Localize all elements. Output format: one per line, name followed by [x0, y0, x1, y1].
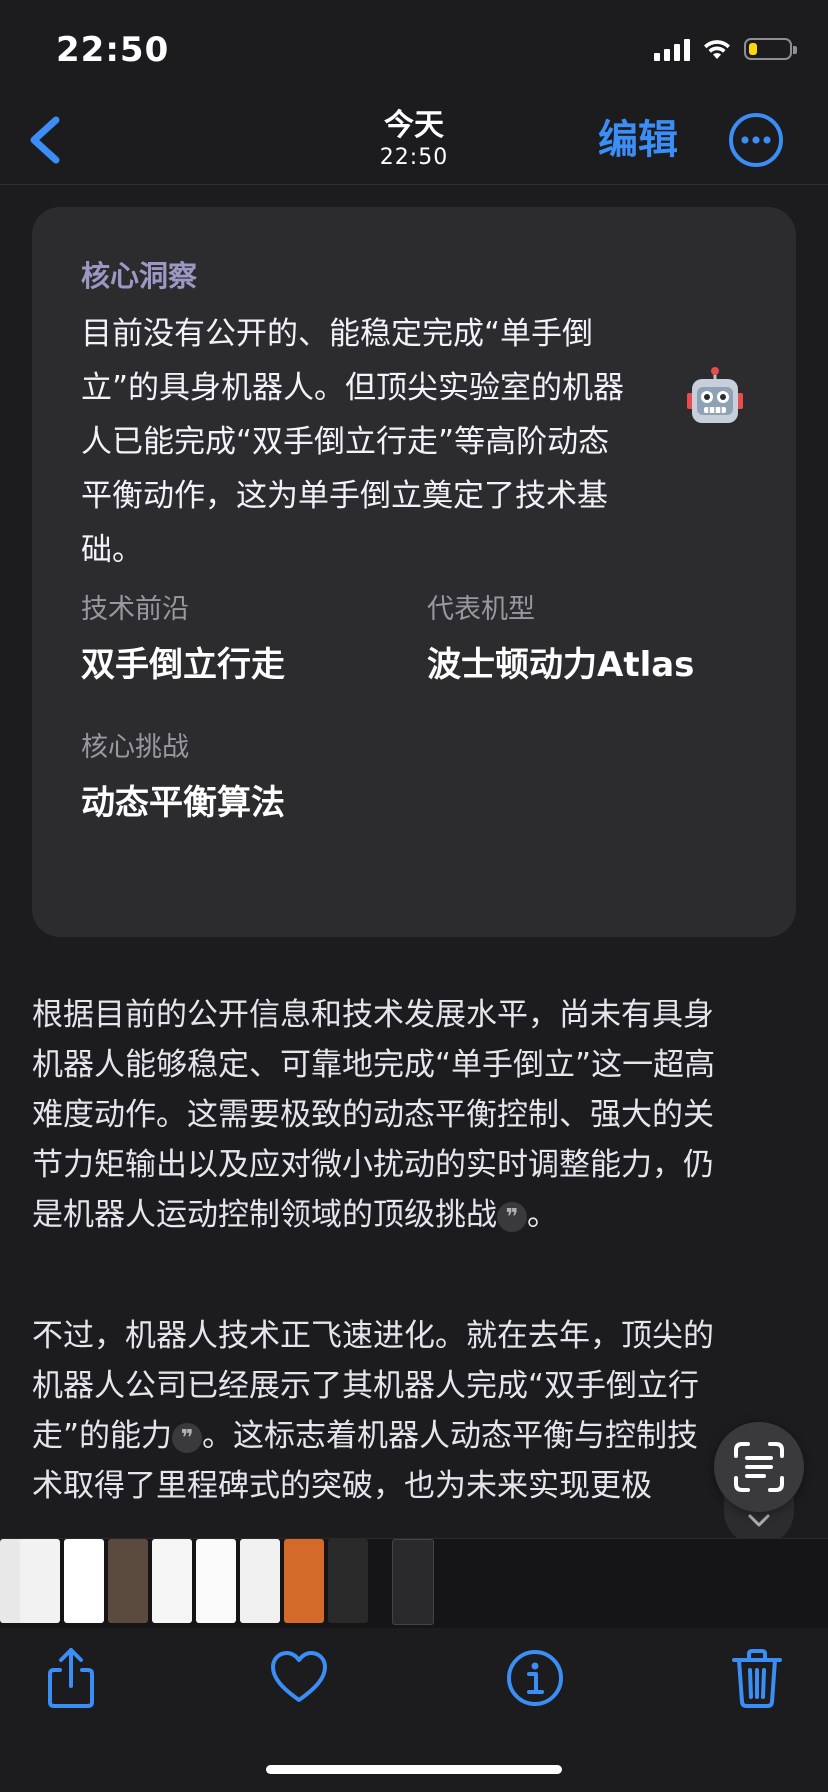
favorite-button[interactable]	[264, 1642, 334, 1712]
card-body-line: 平衡动作，这为单手倒立奠定了技术基	[81, 478, 608, 514]
stat-value-challenge: 动态平衡算法	[81, 783, 285, 823]
stat-label-challenge: 核心挑战	[81, 732, 189, 763]
paragraph-line-text: 是机器人运动控制领域的顶级挑战	[32, 1197, 497, 1233]
paragraph-line: 根据目前的公开信息和技术发展水平，尚未有具身	[32, 997, 714, 1033]
info-icon	[507, 1650, 563, 1706]
paragraph-line: 术取得了里程碑式的突破，也为未来实现更极	[32, 1468, 652, 1504]
thumbnail[interactable]	[284, 1539, 324, 1623]
paragraph-line-text: 走”的能力	[32, 1418, 173, 1454]
paragraph-1: 根据目前的公开信息和技术发展水平，尚未有具身 机器人能够稳定、可靠地完成“单手倒…	[32, 990, 802, 1240]
more-button[interactable]	[728, 112, 784, 168]
paragraph-line-text: 。这标志着机器人动态平衡与控制技	[202, 1418, 699, 1454]
card-body: 目前没有公开的、能稳定完成“单手倒 立”的具身机器人。但顶尖实验室的机器 人已能…	[81, 307, 661, 577]
nav-title-time: 22:50	[379, 145, 449, 170]
edit-button[interactable]: 编辑	[598, 112, 678, 168]
nav-title: 今天 22:50	[0, 108, 828, 172]
card-body-line: 目前没有公开的、能稳定完成“单手倒	[81, 316, 594, 352]
citation-icon[interactable]: ❞	[497, 1201, 527, 1232]
share-icon	[48, 1648, 94, 1708]
stat-value-model: 波士顿动力Atlas	[427, 645, 695, 685]
citation-icon[interactable]: ❞	[172, 1422, 203, 1453]
paragraph-line: 走”的能力 ❞ 。这标志着机器人动态平衡与控制技	[32, 1411, 802, 1461]
card-body-line: 础。	[81, 532, 143, 568]
stat-label-frontier: 技术前沿	[81, 594, 189, 625]
paragraph-2: 不过，机器人技术正飞速进化。就在去年，顶尖的 机器人公司已经展示了其机器人完成“…	[32, 1311, 802, 1511]
nav-title-date: 今天	[384, 108, 444, 143]
thumbnail[interactable]	[108, 1539, 148, 1623]
paragraph-line: 不过，机器人技术正飞速进化。就在去年，顶尖的	[32, 1318, 714, 1354]
paragraph-line: 是机器人运动控制领域的顶级挑战 ❞。	[32, 1190, 802, 1240]
delete-button[interactable]	[722, 1642, 792, 1712]
text-scan-icon	[734, 1442, 784, 1492]
trash-icon	[732, 1649, 782, 1708]
navigation-bar: 今天 22:50 编辑	[0, 96, 828, 185]
battery-fill	[749, 43, 757, 55]
status-bar: 22:50	[0, 0, 828, 96]
thumbnail[interactable]	[240, 1539, 280, 1623]
robot-icon	[687, 367, 743, 423]
info-button[interactable]	[500, 1642, 570, 1712]
share-button[interactable]	[36, 1642, 106, 1712]
thumbnail[interactable]	[328, 1539, 368, 1623]
screenshot-content: 核心洞察 目前没有公开的、能稳定完成“单手倒 立”的具身机器人。但顶尖实验室的机…	[0, 185, 828, 1538]
paragraph-line-text: 。	[527, 1197, 558, 1233]
stat-label-model: 代表机型	[427, 594, 535, 625]
card-body-line: 人已能完成“双手倒立行走”等高阶动态	[81, 424, 610, 460]
card-body-line: 立”的具身机器人。但顶尖实验室的机器	[81, 370, 625, 406]
thumbnail[interactable]	[196, 1539, 236, 1623]
thumbnail[interactable]	[152, 1539, 192, 1623]
paragraph-line: 机器人公司已经展示了其机器人完成“双手倒立行	[32, 1368, 700, 1404]
paragraph-line: 节力矩输出以及应对微小扰动的实时调整能力，仍	[32, 1147, 714, 1183]
wifi-icon	[704, 40, 730, 59]
thumbnail[interactable]	[20, 1539, 60, 1623]
status-time: 22:50	[56, 30, 170, 70]
thumbnail[interactable]	[64, 1539, 104, 1623]
live-text-button[interactable]	[714, 1422, 804, 1512]
home-indicator[interactable]	[266, 1765, 562, 1774]
cellular-signal-icon	[654, 37, 690, 61]
card-heading: 核心洞察	[81, 259, 198, 293]
heart-icon	[271, 1651, 327, 1702]
insight-card: 核心洞察 目前没有公开的、能稳定完成“单手倒 立”的具身机器人。但顶尖实验室的机…	[32, 207, 796, 937]
paragraph-line: 难度动作。这需要极致的动态平衡控制、强大的关	[32, 1097, 714, 1133]
thumbnail-strip[interactable]	[0, 1538, 828, 1629]
ellipsis-circle-icon	[729, 113, 783, 167]
paragraph-line: 机器人能够稳定、可靠地完成“单手倒立”这一超高	[32, 1047, 716, 1083]
stat-value-frontier: 双手倒立行走	[81, 645, 285, 685]
status-icons	[654, 34, 797, 64]
battery-icon	[744, 38, 797, 60]
thumbnail-current[interactable]	[392, 1539, 434, 1625]
